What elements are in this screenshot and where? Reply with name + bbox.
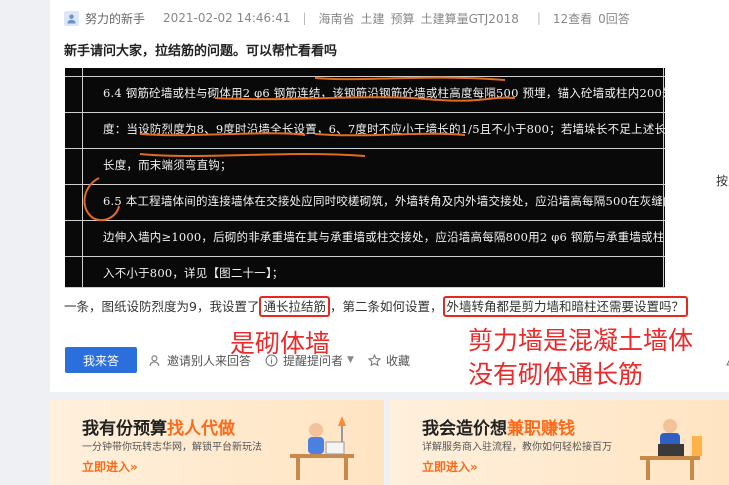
meta-divider: |	[302, 11, 307, 25]
answer-button[interactable]: 我来答	[65, 347, 137, 373]
author-name[interactable]: 努力的新手	[85, 10, 145, 27]
info-icon	[265, 354, 278, 366]
star-icon	[367, 353, 381, 366]
answer-count: 0回答	[598, 11, 630, 26]
banner-subtitle: 一分钟带你玩转志华网，解锁平台新玩法	[82, 442, 262, 453]
remind-label: 提醒提问者	[283, 353, 344, 368]
meta-divider: |	[536, 11, 541, 25]
banner-find-agent[interactable]: 我有份预算找人代做 一分钟带你玩转志华网，解锁平台新玩法 立即进入»	[50, 400, 384, 485]
highlighted-phrase: 外墙转角都是剪力墙和暗柱还需要设置吗？	[442, 296, 689, 317]
desk-illustration-icon	[290, 416, 354, 480]
user-avatar-icon[interactable]	[64, 10, 79, 26]
invite-label: 邀请别人来回答	[167, 353, 252, 368]
view-count: 12查看	[552, 11, 593, 26]
laptop-worker-illustration-icon	[640, 419, 702, 480]
annotation-line: 剪力墙是混凝土墙体	[468, 326, 694, 355]
category-tag[interactable]: 土建	[361, 10, 385, 27]
action-bar: 我来答 邀请别人来回答 提醒提问者 ▼ 收藏	[65, 347, 424, 373]
category-tag[interactable]: 预算	[391, 10, 415, 27]
banner-enter-link[interactable]: 立即进入»	[422, 458, 478, 475]
banner-title-highlight: 兼职赚钱	[507, 419, 575, 439]
remind-button[interactable]: 提醒提问者 ▼	[265, 352, 354, 369]
question-body: 一条，图纸设防烈度为9，我设置了 通长拉结筋 ，第二条如何设置， 外墙转角都是剪力墙和…	[64, 296, 689, 317]
banner-title: 我会造价想兼职赚钱	[422, 414, 575, 439]
truncated-text: 按照第	[716, 174, 729, 188]
banner-title-plain: 我有份预算	[82, 419, 167, 439]
body-text-part: 一条，图纸设防烈度为9，我设置了	[64, 299, 260, 314]
banner-title: 我有份预算找人代做	[82, 414, 235, 439]
category-tag[interactable]: 土建算量GTJ2018	[421, 10, 519, 27]
invite-button[interactable]: 邀请别人来回答	[149, 352, 251, 369]
banner-title-plain: 我会造价想	[422, 419, 507, 439]
question-meta: 努力的新手 2021-02-02 14:46:41 | 海南省 土建 预算 土建…	[64, 9, 630, 27]
banner-subtitle: 详解服务商入驻流程，教你如何轻松接百万	[422, 442, 612, 453]
banner-title-highlight: 找人代做	[167, 419, 235, 439]
highlighted-phrase: 通长拉结筋	[259, 296, 330, 317]
handwritten-markup	[83, 76, 516, 222]
banner-enter-link[interactable]: 立即进入»	[82, 458, 138, 475]
region-tag[interactable]: 海南省	[319, 10, 355, 27]
favorite-button[interactable]: 收藏	[367, 352, 410, 369]
question-title[interactable]: 新手请问大家，拉结筋的问题。可以帮忙看看吗	[64, 40, 337, 59]
chevron-down-icon: ▼	[347, 355, 354, 365]
favorite-label: 收藏	[385, 353, 410, 368]
invite-user-icon	[149, 354, 160, 366]
drawing-note-screenshot[interactable]: 6.4 钢筋砼墙或柱与砌体用2 φ6 钢筋连结，该钢筋沿钢筋砼墙或柱高度每隔50…	[65, 68, 665, 288]
post-datetime: 2021-02-02 14:46:41	[163, 11, 291, 25]
annotation-line: 没有砌体通长筋	[468, 360, 644, 389]
question-card: 努力的新手 2021-02-02 14:46:41 | 海南省 土建 预算 土建…	[50, 0, 729, 392]
banner-part-time[interactable]: 我会造价想兼职赚钱 详解服务商入驻流程，教你如何轻松接百万 立即进入»	[390, 400, 729, 485]
body-text-part: ，第二条如何设置，	[329, 299, 443, 314]
annotation-shear-wall: 剪力墙是混凝土墙体 没有砌体通长筋	[468, 324, 693, 392]
